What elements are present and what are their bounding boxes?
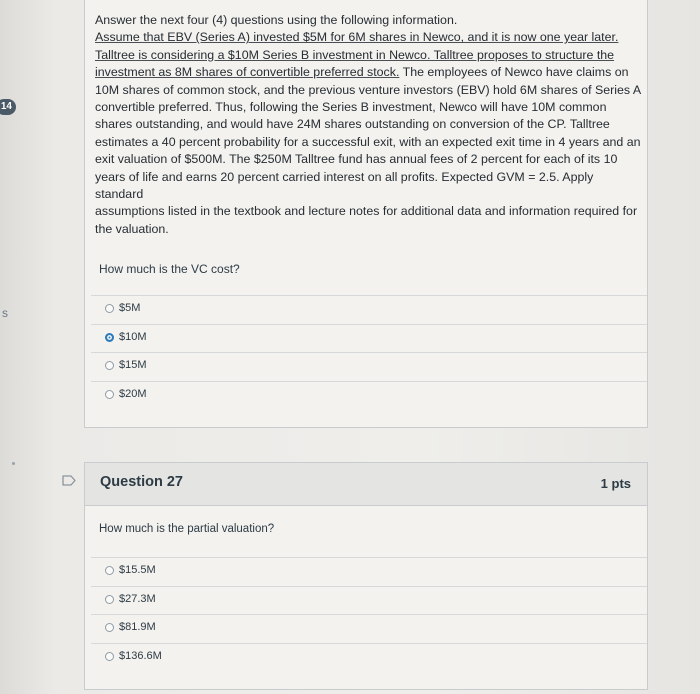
flag-question-icon[interactable] [62,475,76,486]
radio-button[interactable] [105,623,114,633]
intro-line-underlined: Assume that EBV (Series A) invested $5M … [95,30,619,45]
sidebar-dot [12,462,15,465]
intro-line: 10M shares of common stock, and the prev… [95,82,642,97]
radio-button[interactable] [105,361,114,371]
answer-list: $5M $10M $15M $20M [91,295,647,409]
answer-list: $15.5M $27.3M $81.9M $136.6M [91,557,647,671]
intro-line: the valuation. [95,221,169,236]
question-26-panel: Answer the next four (4) questions using… [84,0,648,428]
question-intro: Answer the next four (4) questions using… [95,12,643,238]
answer-option[interactable]: $27.3M [91,585,647,615]
answer-option[interactable]: $15M [91,352,647,381]
question-number-badge: 14 [0,99,16,115]
intro-line: convertible preferred. Thus, following t… [95,100,607,115]
answer-option[interactable]: $5M [91,295,647,324]
intro-line: exit valuation of $500M. The $250M Tallt… [95,152,618,167]
answer-label: $10M [119,330,147,343]
question-points: 1 pts [600,476,631,491]
intro-line: Answer the next four (4) questions using… [95,13,458,27]
answer-label: $15.5M [119,564,156,576]
intro-line-mixed: investment as 8M shares of convertible p… [95,64,643,81]
intro-plain-fragment: The employees of Newco have claims on [399,65,629,80]
intro-line: assumptions listed in the textbook and l… [95,204,638,219]
question-title: Question 27 [100,474,183,490]
answer-option[interactable]: $20M [91,380,647,410]
intro-underlined-fragment: investment as 8M shares of convertible p… [95,65,400,80]
radio-button[interactable] [105,304,114,313]
intro-line: years of life and earns 20 percent carri… [95,169,594,202]
radio-button[interactable] [105,651,114,661]
answer-label: $27.3M [119,592,156,605]
answer-label: $5M [119,302,141,314]
quiz-screen: 14 s Answer the next four (4) questions … [0,0,700,694]
sidebar-cut-text: s [2,306,8,320]
answer-option[interactable]: $15.5M [91,557,647,586]
answer-label: $81.9M [119,621,156,634]
question-27-panel: Question 27 1 pts How much is the partia… [84,462,648,690]
question-header: Question 27 1 pts [85,463,647,506]
answer-option-selected[interactable]: $10M [91,323,647,353]
answer-label: $20M [119,387,147,400]
intro-line: shares outstanding, and would have 24M s… [95,117,610,132]
radio-button-checked[interactable] [105,332,114,342]
answer-label: $15M [119,359,147,372]
intro-line: estimates a 40 percent probability for a… [95,134,641,149]
intro-line-underlined: Talltree is considering a $10M Series B … [95,47,615,62]
radio-button[interactable] [105,594,114,604]
question-prompt: How much is the partial valuation? [99,523,275,535]
radio-button[interactable] [105,389,114,399]
answer-option[interactable]: $136.6M [91,642,647,672]
answer-label: $136.6M [119,649,162,662]
answer-option[interactable]: $81.9M [91,614,647,643]
question-prompt: How much is the VC cost? [99,262,240,276]
radio-button[interactable] [105,566,114,575]
